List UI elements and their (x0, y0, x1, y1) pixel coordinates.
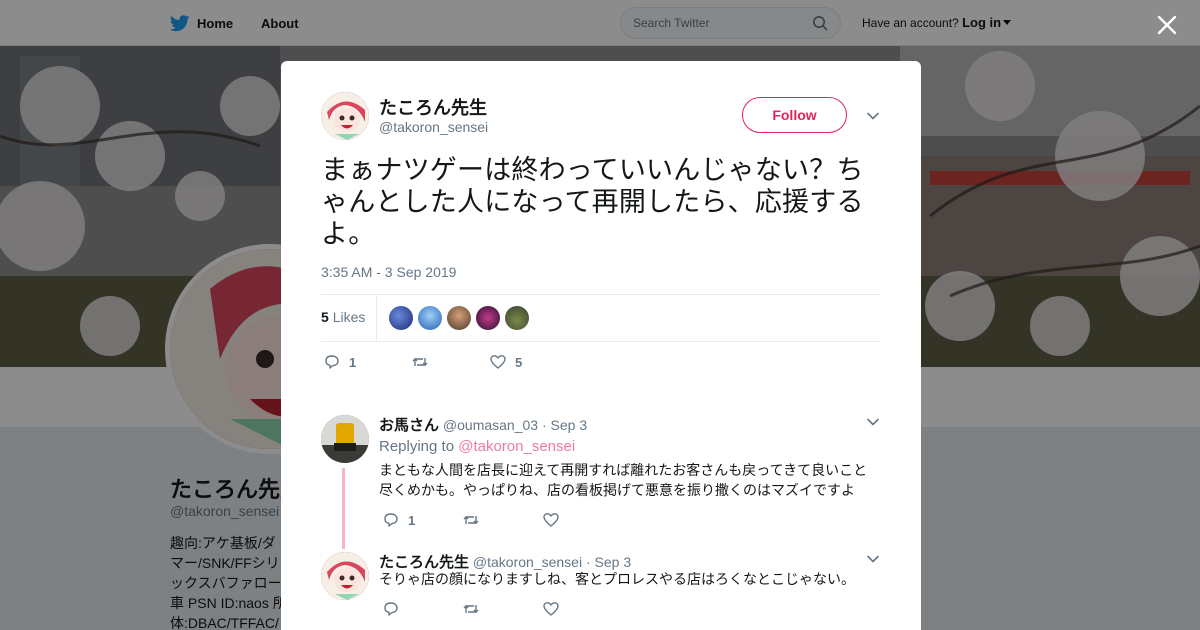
liker-avatar[interactable] (389, 306, 413, 330)
like-button[interactable] (542, 511, 560, 529)
author-avatar[interactable] (321, 92, 369, 140)
reply-icon (384, 602, 398, 616)
reply-author-handle[interactable]: @oumasan_03 (443, 417, 538, 433)
replying-prefix: Replying to (379, 438, 455, 455)
reply-avatar-illustration (321, 552, 369, 600)
reply-actions: 1 (382, 511, 560, 529)
divider (376, 295, 377, 341)
reply-text-line: 尽くめかも。やっぱりね、店の看板掲げて悪意を振り撒くのはマズイですよ (379, 482, 855, 498)
retweet-icon (463, 516, 479, 524)
reply-button[interactable] (382, 600, 462, 618)
retweet-button[interactable] (462, 600, 542, 618)
heart-icon (490, 355, 506, 369)
tweet-actions: 1 5 (323, 353, 522, 371)
reply-date[interactable]: · Sep 3 (586, 554, 631, 570)
like-count: 5 (515, 354, 523, 370)
liker-avatar[interactable] (447, 306, 471, 330)
reply-icon (325, 355, 339, 369)
divider (321, 294, 881, 295)
reply-count: 1 (349, 354, 357, 370)
reply-header: お馬さん @oumasan_03 · Sep 3 (379, 414, 587, 435)
likes-count: 5 (321, 309, 329, 325)
likes-stat[interactable]: 5 Likes (321, 309, 365, 325)
liker-avatar[interactable] (505, 306, 529, 330)
heart-icon (543, 513, 559, 527)
reply-icon (384, 513, 398, 527)
reply-date[interactable]: · Sep 3 (542, 417, 587, 433)
retweet-button[interactable] (462, 511, 542, 529)
like-button[interactable] (542, 600, 560, 618)
reply-button[interactable]: 1 (382, 511, 462, 529)
heart-icon (543, 602, 559, 616)
reply-text: まともな人間を店長に迎えて再開すれば離れたお客さんも戻ってきて良いこと 尽くめか… (379, 460, 867, 500)
reply-actions (382, 600, 560, 618)
close-icon[interactable] (1155, 13, 1179, 37)
retweet-button[interactable] (411, 353, 489, 371)
tweet-text: まぁナツゲーは終わっていいんじゃない？ちゃんとした人になって再開したら、応援する… (321, 155, 864, 249)
follow-button[interactable]: Follow (742, 97, 847, 133)
reply-avatar-illustration (321, 415, 369, 463)
like-button[interactable]: 5 (489, 353, 522, 371)
author-name[interactable]: たころん先生 (379, 94, 487, 120)
author-handle[interactable]: @takoron_sensei (379, 119, 488, 135)
chevron-down-icon[interactable] (866, 552, 880, 566)
replying-to-handle[interactable]: @takoron_sensei (458, 438, 575, 455)
replying-to: Replying to @takoron_sensei (379, 438, 575, 455)
chevron-down-icon[interactable] (866, 415, 880, 429)
divider (321, 341, 881, 342)
reply-author-name[interactable]: お馬さん (379, 417, 439, 434)
author-avatar-illustration (321, 92, 369, 140)
reply-text-line: まともな人間を店長に迎えて再開すれば離れたお客さんも戻ってきて良いこと (379, 462, 868, 478)
tweet-timestamp[interactable]: 3:35 AM - 3 Sep 2019 (321, 264, 456, 280)
reply-text: そりゃ店の顔になりますしね、客とプロレスやる店はろくなとこじゃない。 (379, 571, 855, 587)
reply-count: 1 (408, 512, 416, 528)
retweet-icon (463, 605, 479, 613)
liker-avatar[interactable] (476, 306, 500, 330)
liker-avatars (389, 306, 529, 330)
likes-label: Likes (332, 309, 366, 325)
chevron-down-icon[interactable] (866, 109, 880, 123)
liker-avatar[interactable] (418, 306, 442, 330)
retweet-icon (412, 358, 428, 366)
tweet-modal: たころん先生 @takoron_sensei Follow まぁナツゲーは終わっ… (281, 61, 921, 630)
reply-author-handle[interactable]: @takoron_sensei (473, 554, 582, 570)
reply-button[interactable]: 1 (323, 353, 411, 371)
reply-author-avatar[interactable] (321, 415, 369, 463)
reply-author-avatar[interactable] (321, 552, 369, 600)
thread-connector-line (342, 468, 345, 549)
